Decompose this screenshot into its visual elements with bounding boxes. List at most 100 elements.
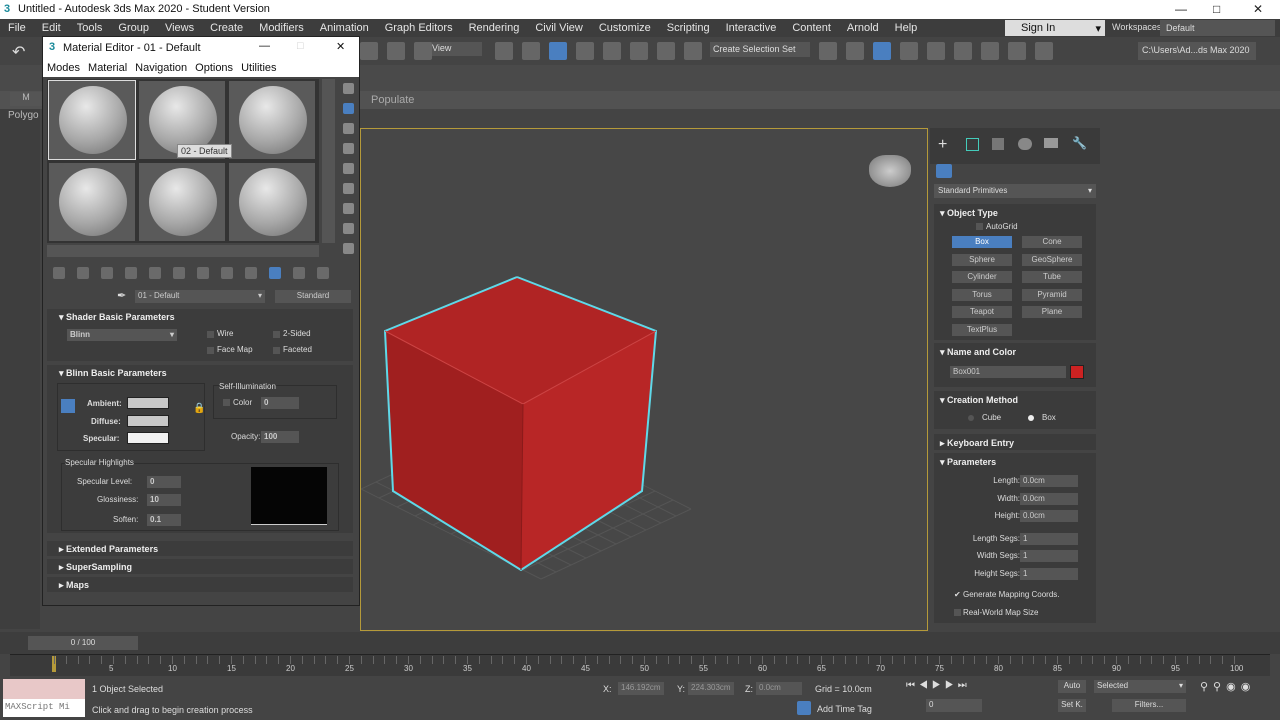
add-time-tag-button[interactable]: Add Time Tag bbox=[817, 704, 872, 714]
undo-icon[interactable]: ↶ bbox=[12, 42, 25, 62]
material-toolbar-icon[interactable] bbox=[221, 267, 233, 279]
modify-tab-icon[interactable] bbox=[966, 138, 979, 151]
auto-key-button[interactable]: Auto bbox=[1058, 680, 1086, 693]
check-faceted[interactable] bbox=[273, 347, 280, 354]
toolbar-tool-icon[interactable] bbox=[1008, 42, 1026, 60]
toolbar-tool-icon[interactable] bbox=[576, 42, 594, 60]
rollout-arrow-icon[interactable]: ▾ bbox=[940, 347, 945, 357]
populate-tab[interactable]: Populate bbox=[371, 94, 414, 106]
toolbar-tool-icon[interactable] bbox=[900, 42, 918, 60]
hierarchy-tab-icon[interactable] bbox=[992, 138, 1004, 150]
close-button[interactable]: ✕ bbox=[1253, 2, 1263, 16]
rollout-extended-parameters[interactable]: ▸ Extended Parameters bbox=[47, 541, 353, 556]
param-spinner[interactable]: 0.0cm bbox=[1020, 492, 1078, 505]
slots-horizontal-scrollbar[interactable] bbox=[47, 245, 319, 257]
rollout-maps[interactable]: ▸ Maps bbox=[47, 577, 353, 592]
primitive-geosphere-button[interactable]: GeoSphere bbox=[1022, 253, 1082, 266]
param-spinner[interactable]: 0.0cm bbox=[1020, 475, 1078, 487]
minimize-button[interactable]: — bbox=[1175, 2, 1187, 16]
real-world-checkbox[interactable] bbox=[954, 609, 961, 616]
rollout-arrow-icon[interactable]: ▾ bbox=[940, 395, 945, 405]
create-tab-icon[interactable]: + bbox=[938, 136, 947, 154]
lock-ambient-diffuse-icon[interactable] bbox=[61, 399, 75, 413]
soften-spinner[interactable]: 0.1 bbox=[147, 514, 181, 526]
maximize-button[interactable]: □ bbox=[297, 40, 304, 52]
toolbar-tool-icon[interactable] bbox=[522, 42, 540, 60]
rollout-arrow-icon[interactable]: ▾ bbox=[940, 208, 945, 218]
menu-rendering[interactable]: Rendering bbox=[461, 22, 528, 34]
material-tool-icon[interactable] bbox=[343, 183, 354, 194]
primitive-pyramid-button[interactable]: Pyramid bbox=[1022, 288, 1082, 301]
shader-dropdown[interactable]: Blinn ▾ bbox=[67, 329, 177, 341]
project-folder-dropdown[interactable]: C:\Users\Ad...ds Max 2020 bbox=[1138, 42, 1256, 60]
menu-arnold[interactable]: Arnold bbox=[839, 22, 887, 34]
menu-interactive[interactable]: Interactive bbox=[718, 22, 785, 34]
material-tool-icon[interactable] bbox=[343, 103, 354, 114]
menu-options[interactable]: Options bbox=[191, 62, 237, 74]
param-spinner[interactable]: 1 bbox=[1020, 567, 1078, 580]
motion-tab-icon[interactable] bbox=[1018, 138, 1032, 150]
material-slot[interactable] bbox=[228, 80, 316, 160]
time-slider[interactable]: 0 / 100 bbox=[28, 636, 138, 650]
material-toolbar-icon[interactable] bbox=[149, 267, 161, 279]
close-button[interactable]: ✕ bbox=[336, 40, 345, 53]
viewcube-icon[interactable] bbox=[869, 155, 911, 187]
material-tool-icon[interactable] bbox=[343, 143, 354, 154]
material-toolbar-icon[interactable] bbox=[269, 267, 281, 279]
toolbar-tool-icon[interactable] bbox=[684, 42, 702, 60]
time-tag-icon[interactable] bbox=[797, 701, 811, 715]
menu-content[interactable]: Content bbox=[784, 22, 839, 34]
workspace-dropdown[interactable]: Default bbox=[1160, 20, 1275, 36]
toolbar-tool-icon[interactable] bbox=[1035, 42, 1053, 60]
box-radio[interactable] bbox=[1028, 415, 1034, 421]
perspective-viewport[interactable] bbox=[360, 128, 928, 631]
material-slot[interactable] bbox=[48, 162, 136, 242]
toolbar-tool-icon[interactable] bbox=[873, 42, 891, 60]
rollout-arrow-icon[interactable]: ▾ bbox=[940, 457, 945, 467]
key-filters-button[interactable]: Filters... bbox=[1112, 699, 1186, 712]
viewport-navigation-icons[interactable]: ⚲⚲◉◉ bbox=[1200, 680, 1255, 693]
lock-icon[interactable]: 🔒 bbox=[193, 403, 205, 414]
material-tool-icon[interactable] bbox=[343, 83, 354, 94]
geometry-category-button[interactable] bbox=[936, 164, 952, 178]
utilities-wrench-icon[interactable]: 🔧 bbox=[1072, 136, 1087, 150]
y-coordinate-field[interactable]: 224.303cm bbox=[688, 682, 734, 695]
menu-group[interactable]: Group bbox=[110, 22, 157, 34]
object-color-swatch[interactable] bbox=[1070, 365, 1084, 379]
material-slot[interactable] bbox=[228, 162, 316, 242]
menu-file[interactable]: File bbox=[0, 22, 34, 34]
material-toolbar-icon[interactable] bbox=[197, 267, 209, 279]
gen-mapping-checkbox[interactable]: ✔ bbox=[954, 590, 961, 599]
autogrid-checkbox[interactable] bbox=[976, 223, 983, 230]
selection-set-dropdown[interactable]: Create Selection Set bbox=[710, 42, 810, 57]
material-toolbar-icon[interactable] bbox=[317, 267, 329, 279]
primitive-tube-button[interactable]: Tube bbox=[1022, 271, 1082, 283]
diffuse-swatch[interactable] bbox=[127, 415, 169, 427]
specular-swatch[interactable] bbox=[127, 432, 169, 444]
material-tool-icon[interactable] bbox=[343, 223, 354, 234]
menu-navigation[interactable]: Navigation bbox=[131, 62, 191, 74]
self-illum-color-checkbox[interactable] bbox=[223, 399, 230, 406]
menu-views[interactable]: Views bbox=[157, 22, 202, 34]
spec-level-spinner[interactable]: 0 bbox=[147, 476, 181, 488]
toolbar-tool-icon[interactable] bbox=[630, 42, 648, 60]
toolbar-tool-icon[interactable] bbox=[387, 42, 405, 60]
sign-in-button[interactable]: Sign In ▾ bbox=[1005, 20, 1105, 36]
primitive-sphere-button[interactable]: Sphere bbox=[952, 253, 1012, 266]
x-coordinate-field[interactable]: 146.192cm bbox=[618, 682, 664, 695]
toolbar-tool-icon[interactable] bbox=[360, 42, 378, 60]
toolbar-tool-icon[interactable] bbox=[603, 42, 621, 60]
param-spinner[interactable]: 1 bbox=[1020, 550, 1078, 562]
menu-scripting[interactable]: Scripting bbox=[659, 22, 718, 34]
toolbar-tool-icon[interactable] bbox=[927, 42, 945, 60]
rollout-title[interactable]: Shader Basic Parameters bbox=[66, 312, 175, 322]
menu-tools[interactable]: Tools bbox=[69, 22, 111, 34]
material-tool-icon[interactable] bbox=[343, 243, 354, 254]
cube-radio[interactable] bbox=[968, 415, 974, 421]
primitive-cylinder-button[interactable]: Cylinder bbox=[952, 271, 1012, 283]
menu-create[interactable]: Create bbox=[202, 22, 251, 34]
toolbar-tool-icon[interactable] bbox=[846, 42, 864, 60]
material-toolbar-icon[interactable] bbox=[293, 267, 305, 279]
material-toolbar-icon[interactable] bbox=[53, 267, 65, 279]
menu-customize[interactable]: Customize bbox=[591, 22, 659, 34]
